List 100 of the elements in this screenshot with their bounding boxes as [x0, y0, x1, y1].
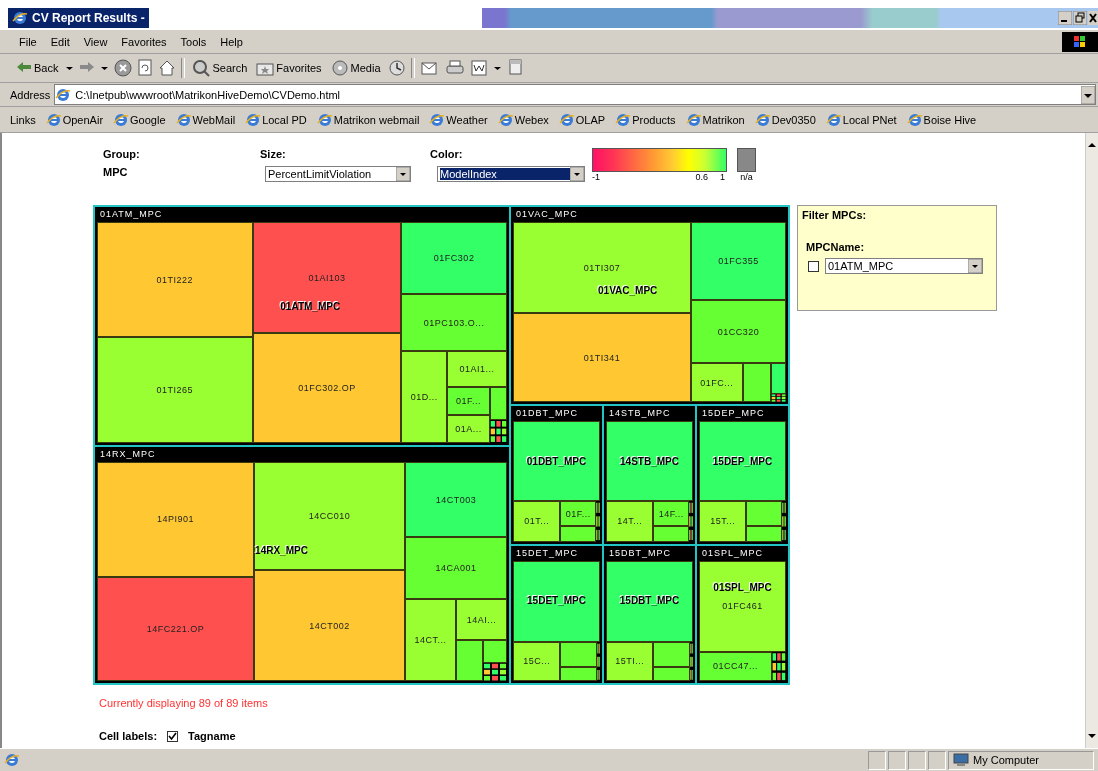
address-field[interactable]: C:\Inetpub\wwwroot\MatrikonHiveDemo\CVDemo.html [54, 84, 1096, 105]
treemap-cell[interactable] [560, 526, 597, 542]
mail-icon[interactable] [419, 59, 440, 77]
treemap-cell[interactable] [606, 560, 693, 642]
favorites-button[interactable]: Favorites [254, 59, 324, 77]
mpc-dropdown[interactable]: 01ATM_MPC [825, 258, 983, 274]
treemap-cell[interactable]: 14CT003 [405, 462, 507, 537]
treemap-cell[interactable]: 14CT... [405, 598, 456, 681]
treemap-cell[interactable] [746, 526, 783, 542]
menu-item[interactable]: File [12, 35, 44, 48]
close-icon[interactable] [1088, 11, 1098, 25]
treemap-cell[interactable]: 14PI901 [97, 462, 254, 577]
treemap-cell[interactable] [560, 641, 598, 667]
menu-item[interactable]: Favorites [114, 35, 174, 48]
scrollbar[interactable] [1085, 133, 1098, 748]
treemap-cell[interactable]: 14FC221.OP [97, 576, 254, 681]
link-icon [906, 111, 923, 128]
menu-item[interactable]: View [76, 35, 115, 48]
refresh-icon[interactable] [137, 59, 154, 77]
link-button[interactable]: WebMail [175, 111, 236, 128]
stop-icon[interactable] [114, 59, 133, 77]
checkmark-icon [168, 731, 178, 741]
treemap-cell[interactable]: 01FC302.OP [252, 333, 402, 443]
link-button[interactable]: Weather [429, 111, 488, 128]
treemap-cell[interactable]: 01CC320 [690, 300, 786, 364]
filter-checkbox[interactable] [808, 260, 819, 272]
search-button[interactable]: Search [190, 59, 250, 77]
link-button[interactable]: Webex [497, 111, 549, 128]
treemap-cell[interactable]: 01FC... [690, 363, 743, 403]
group-title: 01SPL_MPC [701, 546, 765, 560]
treemap-cell[interactable]: 01D... [401, 351, 448, 443]
printer-icon[interactable] [444, 59, 465, 77]
treemap-cell[interactable]: 01PC103.O... [401, 293, 507, 352]
treemap-cell[interactable]: 01TI265 [97, 337, 253, 443]
back-button[interactable]: Back [14, 59, 61, 77]
treemap-cell[interactable] [513, 421, 600, 501]
scale-tick-label: 1 [720, 172, 725, 182]
size-dropdown[interactable]: PercentLimitViolation [265, 166, 411, 182]
dropdown-arrow-icon[interactable] [968, 259, 982, 273]
treemap-cell[interactable]: 01AI1... [447, 351, 507, 388]
link-button[interactable]: Matrikon webmail [316, 111, 420, 128]
treemap-cell[interactable]: 01A... [447, 415, 491, 443]
treemap-cell[interactable] [742, 363, 771, 403]
treemap-cell[interactable]: 01T... [513, 500, 561, 542]
computer-icon [953, 753, 969, 767]
link-button[interactable]: Local PNet [825, 111, 897, 128]
treemap-cell[interactable] [490, 387, 507, 421]
treemap-cell[interactable]: 15T... [699, 500, 747, 542]
treemap-cell[interactable]: 14F... [653, 500, 690, 527]
summary-text: Currently displaying 89 of 89 items [99, 697, 269, 709]
treemap-cell[interactable]: 01TI222 [97, 222, 253, 338]
treemap-cell[interactable]: 14CT002 [254, 570, 405, 681]
treemap-cell[interactable]: 14CA001 [405, 537, 507, 599]
treemap-cell[interactable] [606, 421, 693, 501]
history-icon[interactable] [387, 59, 406, 77]
menu-item[interactable]: Help [213, 35, 250, 48]
group-overlay-label: 01DBT_MPC [526, 455, 587, 467]
link-icon [316, 111, 333, 128]
link-button[interactable]: OLAP [558, 111, 606, 128]
tagname-checkbox[interactable] [167, 730, 179, 742]
link-icon [754, 111, 771, 128]
treemap-cell[interactable]: 01FC302 [401, 222, 507, 294]
treemap-cell[interactable] [483, 640, 507, 663]
home-icon[interactable] [158, 59, 177, 77]
media-button[interactable]: Media [328, 59, 383, 77]
treemap-cell[interactable] [653, 641, 691, 667]
treemap-cell[interactable]: 01F... [447, 387, 491, 416]
treemap-cell[interactable] [746, 500, 783, 527]
treemap-cell[interactable] [699, 421, 786, 501]
link-button[interactable]: Products [615, 111, 676, 128]
treemap-cell[interactable] [513, 560, 600, 642]
treemap-cell[interactable]: 01CC47... [699, 651, 773, 681]
link-button[interactable]: Matrikon [685, 111, 745, 128]
treemap-cell[interactable]: 01F... [560, 500, 597, 527]
link-button[interactable]: OpenAir [45, 111, 104, 128]
dropdown-arrow-icon[interactable] [1081, 85, 1095, 104]
restore-icon[interactable] [1073, 11, 1087, 25]
treemap-cell[interactable]: 01FC355 [690, 222, 786, 301]
dropdown-arrow-icon[interactable] [396, 167, 410, 181]
link-button[interactable]: Google [113, 111, 166, 128]
treemap-cell[interactable]: 14AI... [456, 598, 507, 641]
tiny-cells-drawing [490, 420, 507, 443]
menu-item[interactable]: Edit [43, 35, 77, 48]
link-button[interactable]: Local PD [245, 111, 307, 128]
treemap-cell[interactable]: 15TI... [606, 641, 654, 681]
treemap-cell[interactable]: 01TI341 [513, 313, 691, 403]
treemap-cell[interactable]: 15C... [513, 641, 561, 681]
link-button[interactable]: Dev0350 [754, 111, 816, 128]
document-icon[interactable] [469, 59, 488, 77]
treemap-cell[interactable] [653, 526, 690, 542]
na-swatch [737, 148, 756, 172]
minimize-icon[interactable] [1058, 11, 1072, 25]
menu-item[interactable]: Tools [173, 35, 214, 48]
treemap-cell[interactable] [456, 640, 483, 681]
dropdown-arrow-icon[interactable] [570, 167, 584, 181]
tiny-cells-drawing [483, 662, 507, 681]
tiny-cells-drawing [689, 500, 693, 542]
color-dropdown[interactable]: ModelIndex [437, 166, 585, 182]
link-button[interactable]: Boise Hive [906, 111, 977, 128]
treemap-cell[interactable]: 14T... [606, 500, 654, 542]
